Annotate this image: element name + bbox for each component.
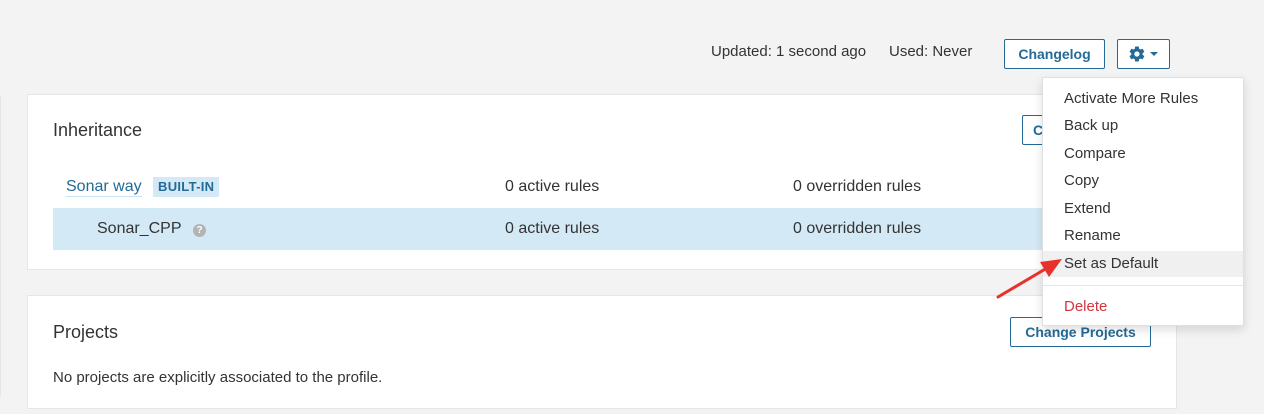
annotation-arrow bbox=[996, 259, 1062, 299]
